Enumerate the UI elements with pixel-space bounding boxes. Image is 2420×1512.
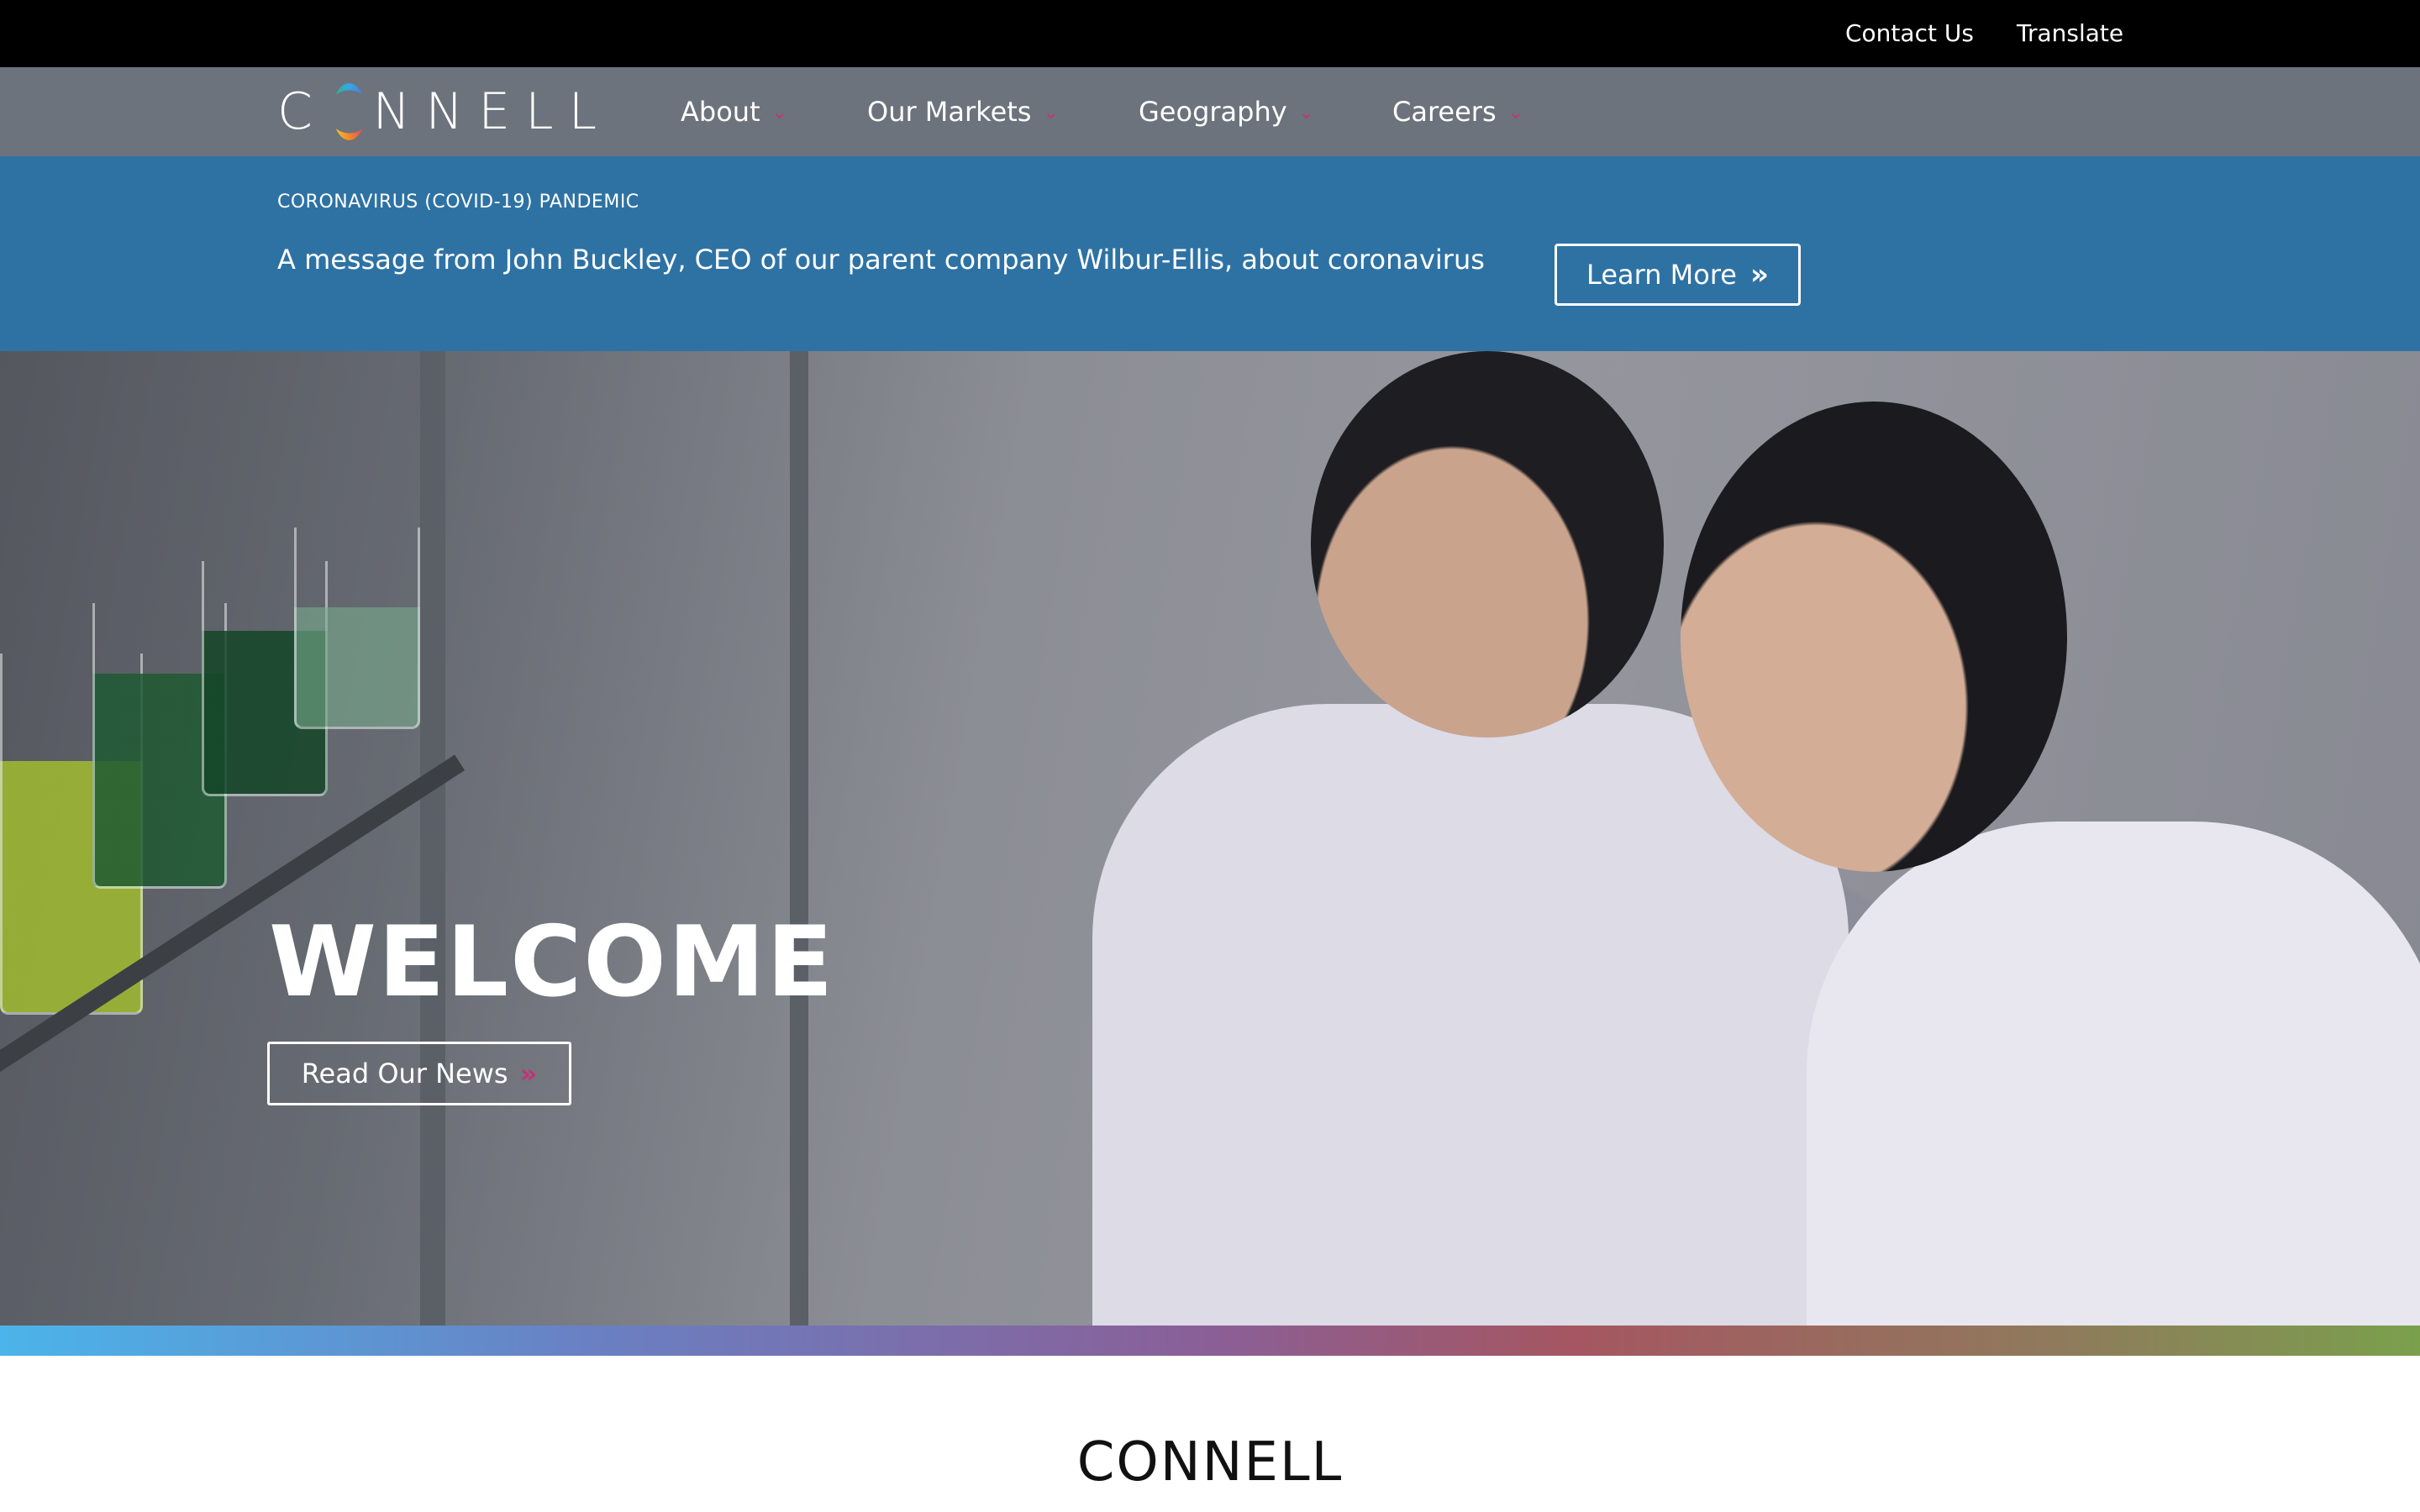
hero-image-pillar	[420, 351, 445, 1326]
nav-item-geography[interactable]: Geography ⌄	[1139, 67, 1314, 156]
nav-item-our-markets[interactable]: Our Markets ⌄	[867, 67, 1059, 156]
logo-ring-icon	[332, 83, 366, 140]
section-title: CONNELL	[1076, 1431, 1344, 1494]
double-chevron-right-icon: »	[1749, 258, 1769, 291]
hero-image-beaker	[294, 528, 420, 729]
main-nav: C NNELL About ⌄ Our Markets ⌄ Geography …	[0, 67, 2420, 156]
nav-item-label: Careers	[1392, 96, 1497, 128]
hero-image-scientist-coat	[1807, 822, 2420, 1326]
logo-text-end: NNELL	[372, 82, 612, 141]
hero-image-scientist-head	[1311, 351, 1664, 738]
logo-text-start: C	[277, 82, 328, 141]
translate-link[interactable]: Translate	[2017, 0, 2123, 67]
nav-item-about[interactable]: About ⌄	[681, 67, 787, 156]
read-our-news-label: Read Our News	[301, 1058, 508, 1089]
gradient-divider	[0, 1326, 2420, 1356]
nav-item-label: Our Markets	[867, 96, 1032, 128]
utility-bar: Contact Us Translate	[0, 0, 2420, 67]
banner-message: A message from John Buckley, CEO of our …	[277, 244, 1485, 276]
chevron-down-icon: ⌄	[1043, 102, 1059, 123]
chevron-down-icon: ⌄	[771, 102, 788, 123]
learn-more-label: Learn More	[1586, 259, 1737, 291]
hero-section: WELCOME Read Our News »	[0, 351, 2420, 1326]
double-chevron-right-icon: »	[519, 1058, 538, 1089]
hero-image-pillar	[790, 351, 808, 1326]
nav-item-label: Geography	[1139, 96, 1287, 128]
hero-title: WELCOME	[269, 906, 835, 1019]
nav-item-label: About	[681, 96, 760, 128]
chevron-down-icon: ⌄	[1507, 102, 1524, 123]
covid-banner: CORONAVIRUS (COVID-19) PANDEMIC A messag…	[0, 156, 2420, 351]
chevron-down-icon: ⌄	[1298, 102, 1315, 123]
connell-logo[interactable]: C NNELL	[277, 82, 612, 141]
intro-section: CONNELL	[0, 1356, 2420, 1512]
contact-us-link[interactable]: Contact Us	[1845, 0, 1974, 67]
learn-more-button[interactable]: Learn More »	[1555, 244, 1801, 306]
hero-image-scientist-head	[1681, 402, 2067, 872]
read-our-news-button[interactable]: Read Our News »	[267, 1042, 571, 1105]
nav-item-careers[interactable]: Careers ⌄	[1392, 67, 1523, 156]
banner-kicker: CORONAVIRUS (COVID-19) PANDEMIC	[277, 192, 639, 213]
